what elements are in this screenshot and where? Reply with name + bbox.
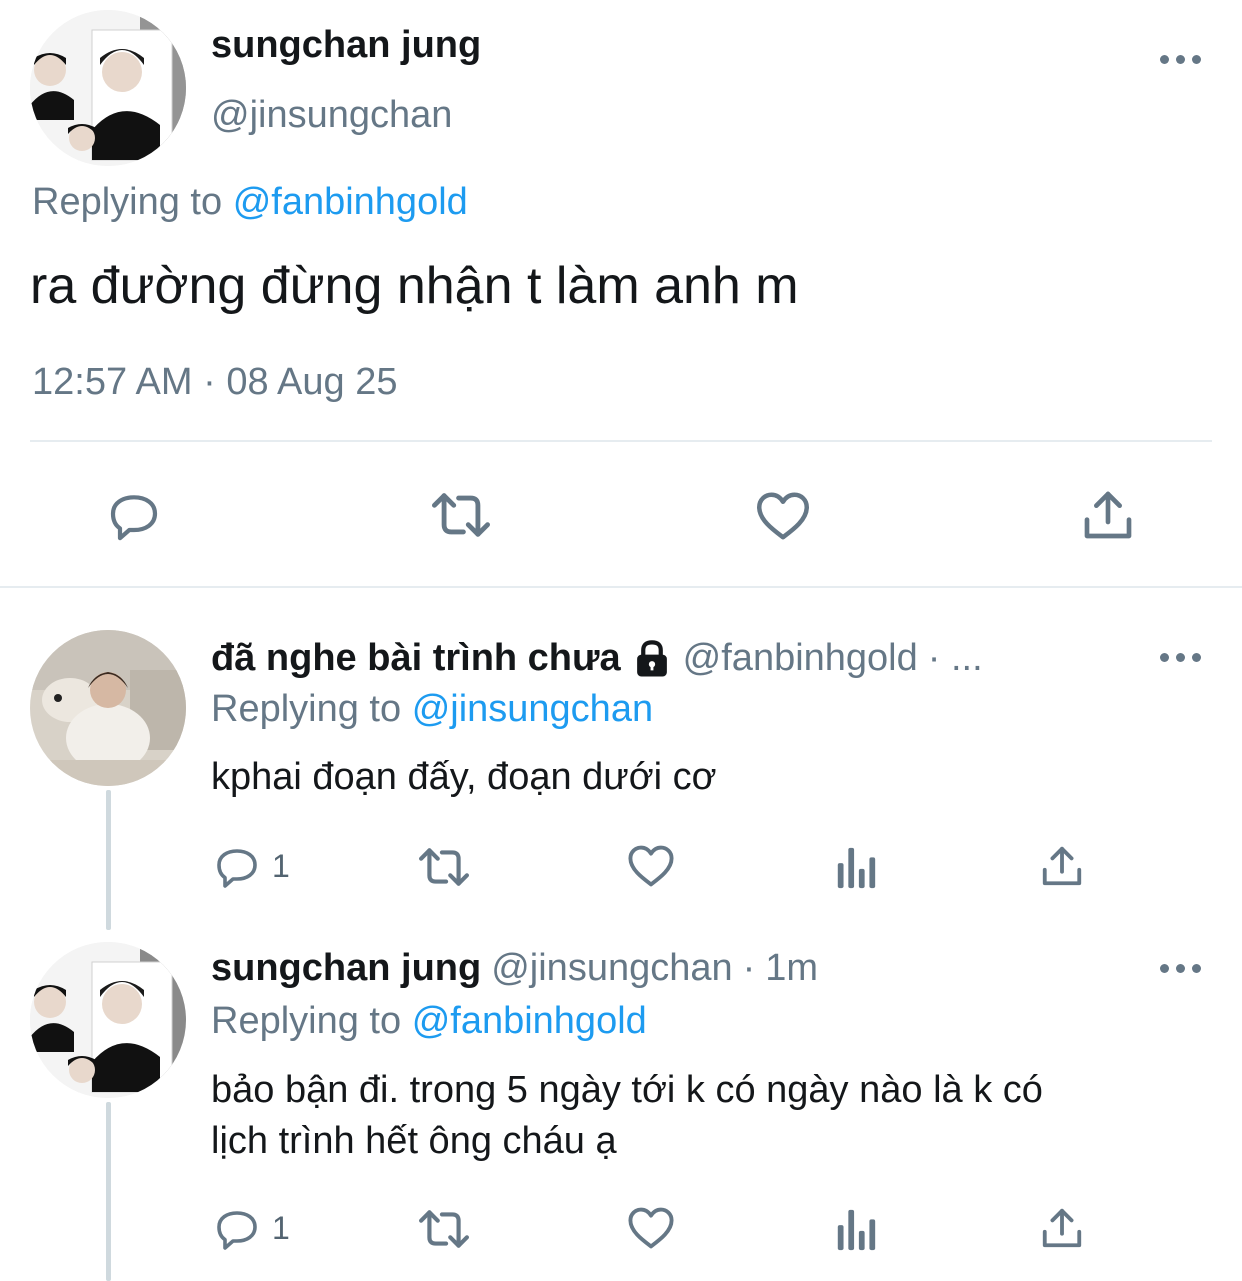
like-icon[interactable] bbox=[625, 840, 677, 892]
display-name[interactable]: sungchan jung bbox=[211, 24, 481, 67]
reply-header: sungchan jung @jinsungchan · 1m bbox=[211, 947, 818, 990]
separator: · bbox=[742, 947, 756, 989]
like-icon[interactable] bbox=[752, 486, 814, 546]
section-divider bbox=[0, 586, 1242, 588]
avatar[interactable] bbox=[30, 630, 186, 786]
reply-text: kphai đoạn đấy, đoạn dưới cơ bbox=[211, 756, 717, 798]
replying-handle-link[interactable]: @fanbinhgold bbox=[412, 1000, 647, 1042]
reply-icon[interactable] bbox=[106, 488, 162, 544]
replying-prefix: Replying to bbox=[211, 688, 402, 730]
tweet-text: ra đường đừng nhận t làm anh m bbox=[30, 257, 799, 315]
like-icon[interactable] bbox=[625, 1202, 677, 1254]
thread-connector bbox=[106, 790, 111, 930]
more-options-icon[interactable] bbox=[1160, 964, 1201, 973]
replying-handle-link[interactable]: @fanbinhgold bbox=[233, 181, 468, 223]
display-name[interactable]: sungchan jung bbox=[211, 947, 481, 990]
analytics-icon[interactable] bbox=[834, 1206, 878, 1252]
lock-icon bbox=[631, 638, 673, 680]
replying-to: Replying to @fanbinhgold bbox=[211, 1000, 647, 1043]
replying-to: Replying to @jinsungchan bbox=[211, 688, 653, 731]
reply-header: đã nghe bài trình chưa @fanbinhgold · ..… bbox=[211, 637, 983, 680]
share-icon[interactable] bbox=[1080, 486, 1136, 544]
reply-count: 1 bbox=[272, 1210, 290, 1246]
avatar-photo bbox=[30, 630, 186, 786]
more-options-icon[interactable] bbox=[1160, 55, 1201, 64]
timestamp[interactable]: 12:57 AM · 08 Aug 25 bbox=[32, 361, 398, 404]
replying-prefix: Replying to bbox=[32, 181, 223, 223]
thread-connector bbox=[106, 1102, 111, 1281]
reply-icon[interactable] bbox=[213, 1205, 261, 1253]
replying-to: Replying to @fanbinhgold bbox=[32, 181, 468, 224]
retweet-icon[interactable] bbox=[416, 842, 472, 892]
replying-handle-link[interactable]: @jinsungchan bbox=[412, 688, 653, 730]
avatar[interactable] bbox=[30, 10, 186, 166]
replying-prefix: Replying to bbox=[211, 1000, 402, 1042]
handle[interactable]: @jinsungchan bbox=[491, 947, 732, 990]
avatar[interactable] bbox=[30, 942, 186, 1098]
reply-count: 1 bbox=[272, 848, 290, 884]
share-icon[interactable] bbox=[1039, 1205, 1085, 1251]
retweet-icon[interactable] bbox=[428, 486, 494, 544]
handle[interactable]: @jinsungchan bbox=[211, 94, 452, 137]
reply-text-line-1: bảo bận đi. trong 5 ngày tới k có ngày n… bbox=[211, 1069, 1043, 1111]
divider bbox=[30, 440, 1212, 442]
reply-text-line-2: lịch trình hết ông cháu ạ bbox=[211, 1120, 617, 1162]
reply-icon[interactable] bbox=[213, 843, 261, 891]
analytics-icon[interactable] bbox=[834, 844, 878, 890]
display-name[interactable]: đã nghe bài trình chưa bbox=[211, 637, 621, 680]
handle[interactable]: @fanbinhgold bbox=[683, 637, 918, 680]
separator: · ... bbox=[927, 637, 983, 679]
retweet-icon[interactable] bbox=[416, 1204, 472, 1254]
share-icon[interactable] bbox=[1039, 843, 1085, 889]
more-options-icon[interactable] bbox=[1160, 653, 1201, 662]
relative-time[interactable]: 1m bbox=[765, 947, 818, 990]
avatar-photo-collage bbox=[30, 942, 186, 1098]
avatar-photo-collage bbox=[30, 10, 186, 166]
